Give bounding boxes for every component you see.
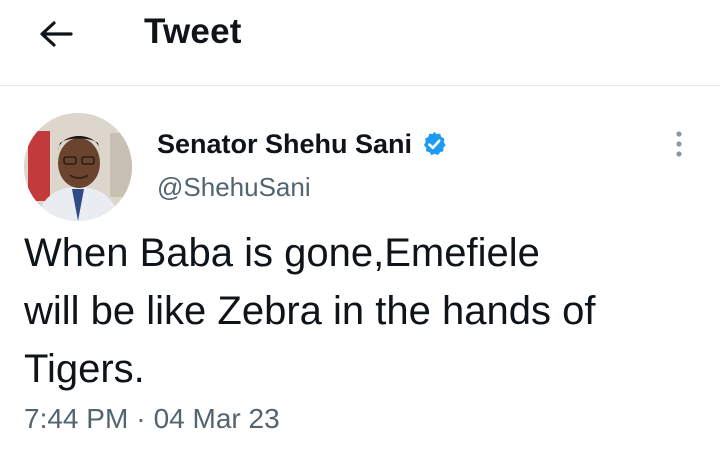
author-handle[interactable]: @ShehuSani xyxy=(157,170,311,204)
top-bar: Tweet xyxy=(0,0,720,86)
tweet-timestamp[interactable]: 7:44 PM · 04 Mar 23 xyxy=(24,400,280,438)
tweet-time: 7:44 PM xyxy=(24,403,129,434)
back-button[interactable] xyxy=(32,12,80,56)
author-row: Senator Shehu Sani xyxy=(157,126,448,162)
avatar[interactable] xyxy=(24,113,132,221)
verified-badge-icon xyxy=(423,131,446,156)
author-name[interactable]: Senator Shehu Sani xyxy=(157,127,412,161)
tweet-date: 04 Mar 23 xyxy=(153,403,280,434)
tweet-text: When Baba is gone,Emefiele will be like … xyxy=(24,231,596,391)
more-vertical-icon xyxy=(676,131,682,157)
meta-separator: · xyxy=(136,403,146,434)
page-title: Tweet xyxy=(144,12,242,51)
arrow-left-icon xyxy=(40,21,73,47)
user-avatar-icon xyxy=(24,113,132,221)
more-options-button[interactable] xyxy=(664,124,694,164)
